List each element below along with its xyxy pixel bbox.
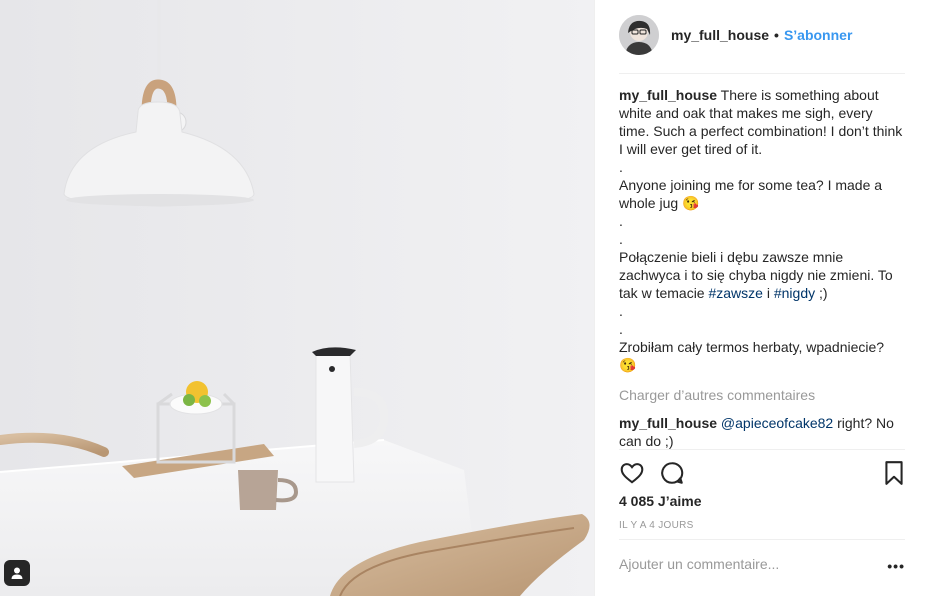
heart-icon[interactable] xyxy=(619,460,645,491)
comment: my_full_house @apieceofcake82 right? No … xyxy=(619,414,905,450)
instagram-post: my_full_house • S’abonner my_full_house … xyxy=(0,0,925,596)
divider xyxy=(619,73,905,74)
mention-link[interactable]: @apieceofcake82 xyxy=(721,415,833,431)
divider xyxy=(619,449,905,450)
add-comment-input[interactable] xyxy=(619,556,859,572)
avatar[interactable] xyxy=(619,15,659,55)
comments-section: my_full_house There is something about w… xyxy=(619,86,905,450)
hashtag-link[interactable]: #zawsze xyxy=(708,285,762,301)
follow-button[interactable]: S’abonner xyxy=(784,27,852,43)
post-side-panel: my_full_house • S’abonner my_full_house … xyxy=(594,0,925,596)
more-options-button[interactable]: ••• xyxy=(887,558,905,574)
caption-text: There is something about white and oak t… xyxy=(619,87,903,301)
action-bar xyxy=(619,460,905,488)
post-photo[interactable] xyxy=(0,0,594,596)
comment-username[interactable]: my_full_house xyxy=(619,415,717,431)
caption: my_full_house There is something about w… xyxy=(619,86,905,374)
header-username[interactable]: my_full_house xyxy=(671,27,769,43)
caption-text: i xyxy=(762,285,774,301)
user-tag-button[interactable] xyxy=(4,560,30,586)
interior-photo-illustration xyxy=(0,0,594,596)
post-timestamp[interactable]: Il y a 4 jours xyxy=(619,520,694,531)
bookmark-icon[interactable] xyxy=(883,460,905,491)
comment-bubble-icon[interactable] xyxy=(659,460,685,491)
hashtag-link[interactable]: #nigdy xyxy=(774,285,815,301)
person-icon xyxy=(11,567,23,579)
caption-username[interactable]: my_full_house xyxy=(619,87,717,103)
header-separator: • xyxy=(774,27,779,43)
post-header: my_full_house • S’abonner xyxy=(619,14,905,56)
likes-count[interactable]: 4 085 J’aime xyxy=(619,493,702,509)
load-more-comments-link[interactable]: Charger d’autres commentaires xyxy=(619,386,905,404)
divider xyxy=(619,539,905,540)
avatar-image xyxy=(619,15,659,55)
